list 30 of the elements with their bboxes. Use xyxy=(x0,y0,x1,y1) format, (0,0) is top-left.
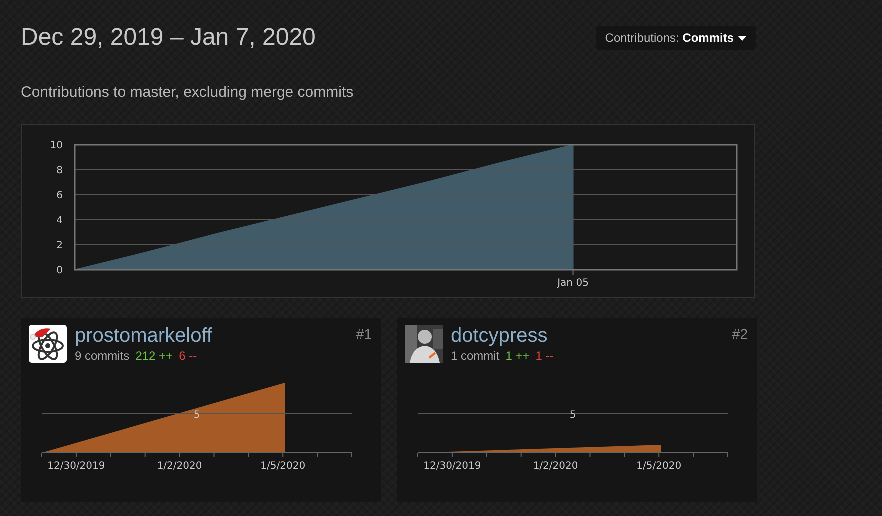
rank-label: #1 xyxy=(356,326,372,342)
y-axis-label: 6 xyxy=(56,190,63,202)
date-label: 1/5/2020 xyxy=(260,461,306,472)
y-axis-label: 8 xyxy=(56,166,63,176)
date-label: 1/5/2020 xyxy=(636,461,682,472)
gridline-label: 5 xyxy=(194,410,200,421)
additions-count: 1 ++ xyxy=(506,349,530,363)
date-range-title: Dec 29, 2019 – Jan 7, 2020 xyxy=(21,23,316,53)
deletions-count: 1 -- xyxy=(536,349,554,363)
x-axis-label: Jan 05 xyxy=(558,278,589,289)
additions-count: 212 ++ xyxy=(136,349,174,363)
date-label: 1/2/2020 xyxy=(533,461,578,472)
atom-avatar-icon xyxy=(29,325,67,363)
rank-label: #2 xyxy=(732,326,748,342)
deletions-count: 6 -- xyxy=(179,349,198,363)
y-axis-label: 10 xyxy=(50,140,63,152)
y-axis-label: 2 xyxy=(56,240,63,252)
y-axis-label: 4 xyxy=(56,216,63,226)
date-label: 12/30/2019 xyxy=(48,461,106,472)
date-label: 12/30/2019 xyxy=(424,461,482,472)
y-axis-label: 0 xyxy=(56,266,63,276)
commit-count: 9 commits xyxy=(75,349,130,363)
gridline-label: 5 xyxy=(570,410,576,421)
contributor-name-link[interactable]: prostomarkeloff xyxy=(75,325,212,347)
date-label: 1/2/2020 xyxy=(157,461,202,472)
contributions-dropdown[interactable]: Contributions: Commits xyxy=(596,26,756,50)
commit-count: 1 commit xyxy=(451,349,500,363)
caret-icon xyxy=(738,36,747,40)
chart-description: Contributions to master, excluding merge commits xyxy=(21,84,355,102)
contributor-name-link[interactable]: dotcypress xyxy=(451,325,554,347)
